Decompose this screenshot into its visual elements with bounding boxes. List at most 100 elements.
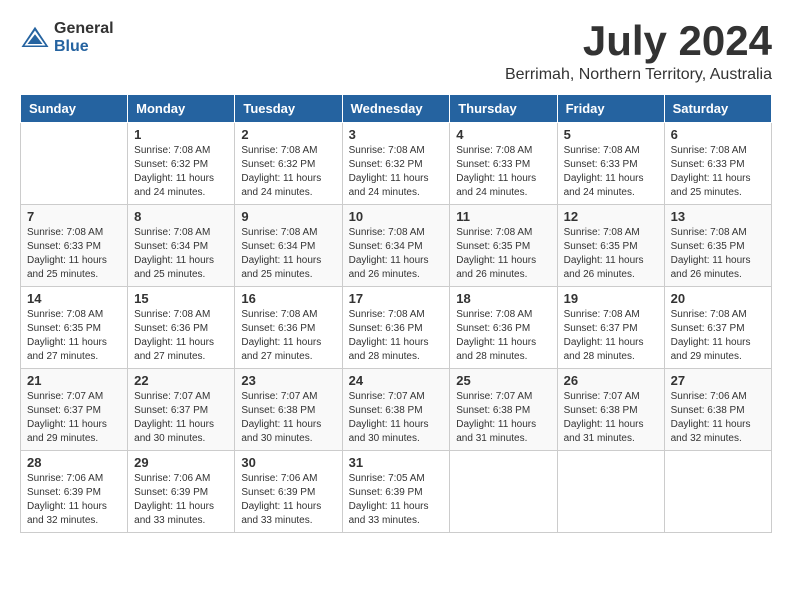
day-info: Sunrise: 7:08 AM Sunset: 6:32 PM Dayligh… — [349, 144, 444, 200]
day-number: 10 — [349, 209, 444, 224]
day-info: Sunrise: 7:08 AM Sunset: 6:36 PM Dayligh… — [349, 308, 444, 364]
day-info: Sunrise: 7:08 AM Sunset: 6:33 PM Dayligh… — [27, 226, 121, 282]
day-number: 31 — [349, 455, 444, 470]
day-info: Sunrise: 7:08 AM Sunset: 6:37 PM Dayligh… — [564, 308, 658, 364]
header-cell-friday: Friday — [557, 95, 664, 123]
header-cell-monday: Monday — [128, 95, 235, 123]
day-number: 23 — [241, 373, 335, 388]
day-number: 16 — [241, 291, 335, 306]
day-info: Sunrise: 7:08 AM Sunset: 6:35 PM Dayligh… — [564, 226, 658, 282]
day-cell: 21Sunrise: 7:07 AM Sunset: 6:37 PM Dayli… — [21, 369, 128, 451]
day-info: Sunrise: 7:06 AM Sunset: 6:38 PM Dayligh… — [671, 390, 765, 446]
day-info: Sunrise: 7:08 AM Sunset: 6:36 PM Dayligh… — [134, 308, 228, 364]
week-row-4: 21Sunrise: 7:07 AM Sunset: 6:37 PM Dayli… — [21, 369, 772, 451]
header: General Blue July 2024 Berrimah, Norther… — [20, 20, 772, 84]
day-cell — [664, 451, 771, 533]
day-info: Sunrise: 7:08 AM Sunset: 6:33 PM Dayligh… — [564, 144, 658, 200]
day-info: Sunrise: 7:08 AM Sunset: 6:33 PM Dayligh… — [456, 144, 550, 200]
header-cell-wednesday: Wednesday — [342, 95, 450, 123]
header-cell-tuesday: Tuesday — [235, 95, 342, 123]
day-info: Sunrise: 7:07 AM Sunset: 6:38 PM Dayligh… — [349, 390, 444, 446]
day-cell — [557, 451, 664, 533]
day-cell: 16 Sunrise: 7:08 AM Sunset: 6:36 PM Dayli… — [235, 287, 342, 369]
day-number: 6 — [671, 127, 765, 142]
day-info: Sunrise: 7:06 AM Sunset: 6:39 PM Dayligh… — [241, 472, 335, 528]
day-cell: 26Sunrise: 7:07 AM Sunset: 6:38 PM Dayli… — [557, 369, 664, 451]
day-cell: 6 Sunrise: 7:08 AM Sunset: 6:33 PM Daylig… — [664, 123, 771, 205]
day-info: Sunrise: 7:08 AM Sunset: 6:37 PM Dayligh… — [671, 308, 765, 364]
day-number: 5 — [564, 127, 658, 142]
day-cell: 27Sunrise: 7:06 AM Sunset: 6:38 PM Dayli… — [664, 369, 771, 451]
day-info: Sunrise: 7:08 AM Sunset: 6:33 PM Dayligh… — [671, 144, 765, 200]
day-info: Sunrise: 7:07 AM Sunset: 6:37 PM Dayligh… — [134, 390, 228, 446]
day-cell: 23 Sunrise: 7:07 AM Sunset: 6:38 PM Dayli… — [235, 369, 342, 451]
day-number: 9 — [241, 209, 335, 224]
title-area: July 2024 Berrimah, Northern Territory, … — [505, 20, 772, 84]
logo-general-text: General — [54, 20, 114, 38]
location: Berrimah, Northern Territory, Australia — [505, 66, 772, 84]
day-number: 15 — [134, 291, 228, 306]
day-cell: 20Sunrise: 7:08 AM Sunset: 6:37 PM Dayli… — [664, 287, 771, 369]
logo-text: General Blue — [54, 20, 114, 55]
day-number: 14 — [27, 291, 121, 306]
month-year: July 2024 — [505, 20, 772, 62]
day-info: Sunrise: 7:08 AM Sunset: 6:34 PM Dayligh… — [134, 226, 228, 282]
day-cell: 18Sunrise: 7:08 AM Sunset: 6:36 PM Dayli… — [450, 287, 557, 369]
day-cell: 4 Sunrise: 7:08 AM Sunset: 6:33 PM Daylig… — [450, 123, 557, 205]
logo-icon — [20, 23, 50, 53]
day-info: Sunrise: 7:08 AM Sunset: 6:34 PM Dayligh… — [241, 226, 335, 282]
day-number: 19 — [564, 291, 658, 306]
day-number: 4 — [456, 127, 550, 142]
day-cell: 10Sunrise: 7:08 AM Sunset: 6:34 PM Dayli… — [342, 205, 450, 287]
day-info: Sunrise: 7:07 AM Sunset: 6:37 PM Dayligh… — [27, 390, 121, 446]
day-cell: 3 Sunrise: 7:08 AM Sunset: 6:32 PM Daylig… — [342, 123, 450, 205]
day-number: 30 — [241, 455, 335, 470]
week-row-3: 14Sunrise: 7:08 AM Sunset: 6:35 PM Dayli… — [21, 287, 772, 369]
day-info: Sunrise: 7:08 AM Sunset: 6:35 PM Dayligh… — [671, 226, 765, 282]
day-number: 29 — [134, 455, 228, 470]
day-info: Sunrise: 7:08 AM Sunset: 6:36 PM Dayligh… — [241, 308, 335, 364]
day-cell: 5 Sunrise: 7:08 AM Sunset: 6:33 PM Daylig… — [557, 123, 664, 205]
day-cell: 30 Sunrise: 7:06 AM Sunset: 6:39 PM Dayli… — [235, 451, 342, 533]
calendar-table: SundayMondayTuesdayWednesdayThursdayFrid… — [20, 94, 772, 533]
day-cell: 29 Sunrise: 7:06 AM Sunset: 6:39 PM Dayli… — [128, 451, 235, 533]
day-cell: 9 Sunrise: 7:08 AM Sunset: 6:34 PM Daylig… — [235, 205, 342, 287]
day-cell: 1 Sunrise: 7:08 AM Sunset: 6:32 PM Daylig… — [128, 123, 235, 205]
calendar-header: SundayMondayTuesdayWednesdayThursdayFrid… — [21, 95, 772, 123]
day-cell: 11Sunrise: 7:08 AM Sunset: 6:35 PM Dayli… — [450, 205, 557, 287]
week-row-1: 1 Sunrise: 7:08 AM Sunset: 6:32 PM Daylig… — [21, 123, 772, 205]
day-number: 1 — [134, 127, 228, 142]
day-number: 28 — [27, 455, 121, 470]
day-info: Sunrise: 7:07 AM Sunset: 6:38 PM Dayligh… — [564, 390, 658, 446]
day-cell: 25Sunrise: 7:07 AM Sunset: 6:38 PM Dayli… — [450, 369, 557, 451]
day-info: Sunrise: 7:08 AM Sunset: 6:32 PM Dayligh… — [134, 144, 228, 200]
header-cell-thursday: Thursday — [450, 95, 557, 123]
day-cell: 7 Sunrise: 7:08 AM Sunset: 6:33 PM Daylig… — [21, 205, 128, 287]
day-number: 17 — [349, 291, 444, 306]
day-number: 18 — [456, 291, 550, 306]
day-info: Sunrise: 7:07 AM Sunset: 6:38 PM Dayligh… — [456, 390, 550, 446]
header-cell-sunday: Sunday — [21, 95, 128, 123]
day-cell: 8Sunrise: 7:08 AM Sunset: 6:34 PM Daylig… — [128, 205, 235, 287]
day-cell: 13Sunrise: 7:08 AM Sunset: 6:35 PM Dayli… — [664, 205, 771, 287]
day-cell: 15 Sunrise: 7:08 AM Sunset: 6:36 PM Dayli… — [128, 287, 235, 369]
day-info: Sunrise: 7:06 AM Sunset: 6:39 PM Dayligh… — [134, 472, 228, 528]
day-cell: 24Sunrise: 7:07 AM Sunset: 6:38 PM Dayli… — [342, 369, 450, 451]
day-cell — [21, 123, 128, 205]
day-number: 3 — [349, 127, 444, 142]
day-cell: 28 Sunrise: 7:06 AM Sunset: 6:39 PM Dayli… — [21, 451, 128, 533]
day-number: 2 — [241, 127, 335, 142]
day-number: 22 — [134, 373, 228, 388]
day-cell: 12 Sunrise: 7:08 AM Sunset: 6:35 PM Dayli… — [557, 205, 664, 287]
day-number: 12 — [564, 209, 658, 224]
day-info: Sunrise: 7:05 AM Sunset: 6:39 PM Dayligh… — [349, 472, 444, 528]
day-info: Sunrise: 7:07 AM Sunset: 6:38 PM Dayligh… — [241, 390, 335, 446]
day-cell: 17 Sunrise: 7:08 AM Sunset: 6:36 PM Dayli… — [342, 287, 450, 369]
logo-blue-text: Blue — [54, 38, 114, 56]
day-cell: 22 Sunrise: 7:07 AM Sunset: 6:37 PM Dayli… — [128, 369, 235, 451]
day-cell: 2Sunrise: 7:08 AM Sunset: 6:32 PM Daylig… — [235, 123, 342, 205]
logo: General Blue — [20, 20, 114, 55]
day-number: 7 — [27, 209, 121, 224]
day-info: Sunrise: 7:06 AM Sunset: 6:39 PM Dayligh… — [27, 472, 121, 528]
day-cell — [450, 451, 557, 533]
